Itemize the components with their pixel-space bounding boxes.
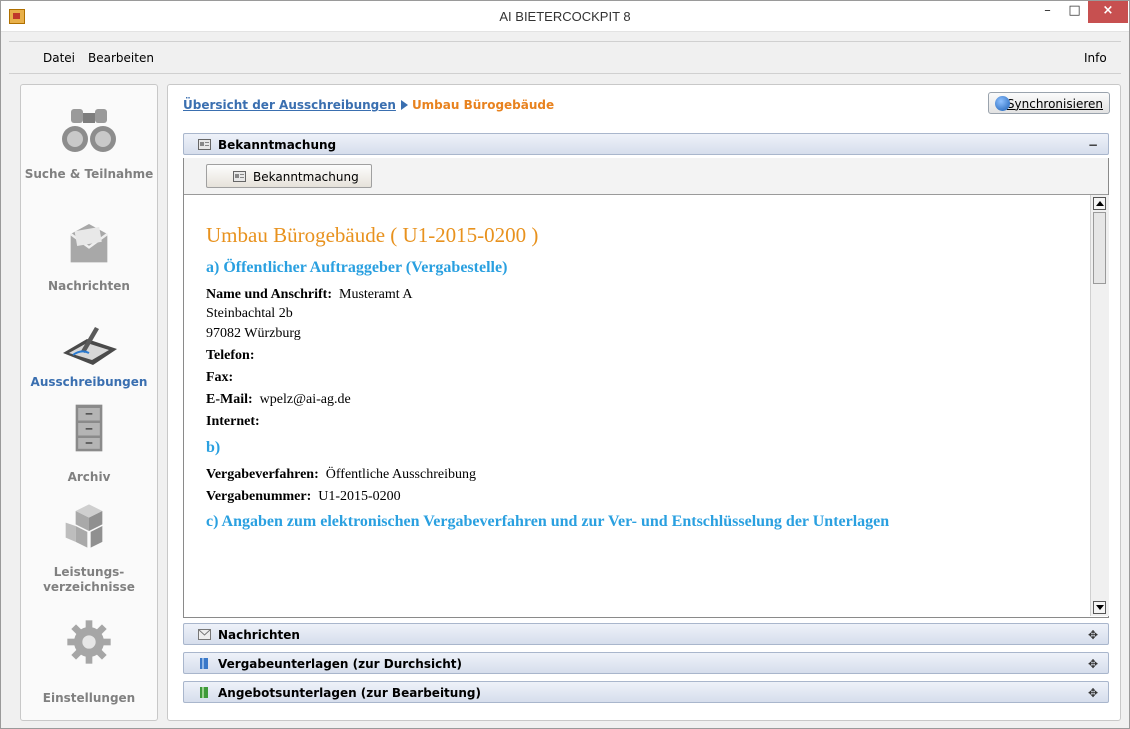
boxes-icon: [65, 504, 103, 548]
bekanntmachung-button[interactable]: Bekanntmachung: [206, 164, 372, 188]
synchronize-button[interactable]: Synchronisieren: [988, 92, 1110, 114]
breadcrumb: Übersicht der Ausschreibungen Umbau Bürog…: [183, 98, 554, 112]
gear-icon: [67, 620, 111, 664]
synchronize-button-label: Synchronisieren: [1006, 97, 1103, 111]
nummer-label: Vergabenummer:: [206, 489, 312, 504]
name-value: Musteramt A: [339, 287, 413, 302]
name-label: Name und Anschrift:: [206, 287, 333, 302]
green-folder-icon: [200, 687, 208, 698]
section-a-heading: a) Öffentlicher Auftraggeber (Vergabeste…: [206, 259, 508, 276]
city-value: 97082 Würzburg: [206, 326, 301, 341]
telefon-label: Telefon:: [206, 348, 255, 363]
section-label: Vergabeunterlagen (zur Durchsicht): [218, 657, 462, 671]
main-panel: Übersicht der Ausschreibungen Umbau Bürog…: [167, 84, 1121, 721]
sidebar-item-label: Archiv: [67, 470, 111, 484]
telefon-row: Telefon:: [206, 348, 254, 364]
sidebar-item-label: Nachrichten: [48, 279, 130, 293]
section-label: Angebotsunterlagen (zur Bearbeitung): [218, 686, 481, 700]
section-label: Nachrichten: [218, 628, 300, 642]
internet-label: Internet:: [206, 414, 260, 429]
section-header-nachrichten[interactable]: Nachrichten ✥: [183, 623, 1109, 645]
collapse-icon[interactable]: −: [1088, 134, 1098, 156]
window-title: AI BIETERCOCKPIT 8: [499, 9, 631, 24]
verfahren-value: Öffentliche Ausschreibung: [325, 467, 476, 482]
mailbox-icon: [69, 224, 109, 263]
minimize-button[interactable]: –: [1034, 1, 1061, 23]
document-icon: [198, 139, 211, 150]
blue-folder-icon: [200, 658, 208, 669]
maximize-button[interactable]: □: [1061, 1, 1088, 23]
sidebar-item-label: Einstellungen: [42, 691, 136, 705]
scroll-down-button[interactable]: [1093, 601, 1106, 614]
menu-bar: Datei Bearbeiten Info: [1, 48, 1129, 70]
sidebar: Suche & Teilnahme Nachrichten Ausschreib…: [20, 84, 158, 721]
menu-info[interactable]: Info: [1084, 51, 1107, 65]
bekanntmachung-panel: Bekanntmachung Umbau Bürogebäude ( U1-20…: [183, 158, 1109, 618]
menu-top-divider: [9, 41, 1121, 42]
name-row: Name und Anschrift: Musteramt A: [206, 287, 413, 303]
section-header-vergabeunterlagen[interactable]: Vergabeunterlagen (zur Durchsicht) ✥: [183, 652, 1109, 674]
nummer-value: U1-2015-0200: [318, 489, 401, 504]
menu-bearbeiten[interactable]: Bearbeiten: [88, 51, 154, 65]
document-scrollbar[interactable]: [1090, 195, 1109, 616]
breadcrumb-link-overview[interactable]: Übersicht der Ausschreibungen: [183, 98, 396, 112]
nummer-row: Vergabenummer: U1-2015-0200: [206, 489, 401, 505]
tablet-pen-icon: [63, 327, 117, 365]
bekanntmachung-button-label: Bekanntmachung: [253, 170, 359, 184]
street-value: Steinbachtal 2b: [206, 306, 293, 321]
close-button[interactable]: ×: [1088, 1, 1128, 23]
section-header-bekanntmachung[interactable]: Bekanntmachung −: [183, 133, 1109, 155]
title-bar[interactable]: AI BIETERCOCKPIT 8 – □ ×: [1, 1, 1129, 32]
filing-cabinet-icon: [75, 404, 103, 452]
verfahren-row: Vergabeverfahren: Öffentliche Ausschreib…: [206, 467, 476, 483]
expand-icon[interactable]: ✥: [1088, 653, 1098, 675]
email-label: E-Mail:: [206, 392, 253, 407]
expand-icon[interactable]: ✥: [1088, 624, 1098, 646]
sidebar-item-label: Suche & Teilnahme: [24, 167, 154, 181]
scroll-up-button[interactable]: [1093, 197, 1106, 210]
section-header-angebotsunterlagen[interactable]: Angebotsunterlagen (zur Bearbeitung) ✥: [183, 681, 1109, 703]
announcement-document: Umbau Bürogebäude ( U1-2015-0200 ) a) Öf…: [184, 195, 1090, 616]
menu-bottom-divider: [9, 73, 1121, 74]
document-icon: [233, 171, 246, 182]
verfahren-label: Vergabeverfahren:: [206, 467, 319, 482]
sidebar-item-label: Ausschreibungen: [30, 375, 148, 389]
sidebar-item-label: Leistungs- verzeichnisse: [43, 565, 135, 594]
email-row: E-Mail: wpelz@ai-ag.de: [206, 392, 351, 408]
internet-row: Internet:: [206, 414, 260, 430]
document-title: Umbau Bürogebäude ( U1-2015-0200 ): [206, 223, 539, 247]
breadcrumb-current: Umbau Bürogebäude: [411, 98, 555, 112]
fax-label: Fax:: [206, 370, 234, 385]
fax-row: Fax:: [206, 370, 233, 386]
email-value[interactable]: wpelz@ai-ag.de: [260, 392, 351, 407]
application-window: AI BIETERCOCKPIT 8 – □ × Datei Bearbeite…: [0, 0, 1130, 729]
section-c-heading: c) Angaben zum elektronischen Vergabever…: [206, 513, 890, 530]
scroll-thumb[interactable]: [1093, 212, 1106, 284]
section-b-heading: b): [206, 439, 221, 456]
menu-datei[interactable]: Datei: [43, 51, 75, 65]
panel-toolbar: Bekanntmachung: [184, 158, 1108, 195]
binoculars-icon: [62, 109, 116, 152]
envelope-icon: [198, 629, 211, 640]
sync-icon: [995, 96, 1010, 111]
breadcrumb-arrow-icon: [400, 100, 408, 110]
expand-icon[interactable]: ✥: [1088, 682, 1098, 704]
section-label: Bekanntmachung: [218, 138, 337, 152]
